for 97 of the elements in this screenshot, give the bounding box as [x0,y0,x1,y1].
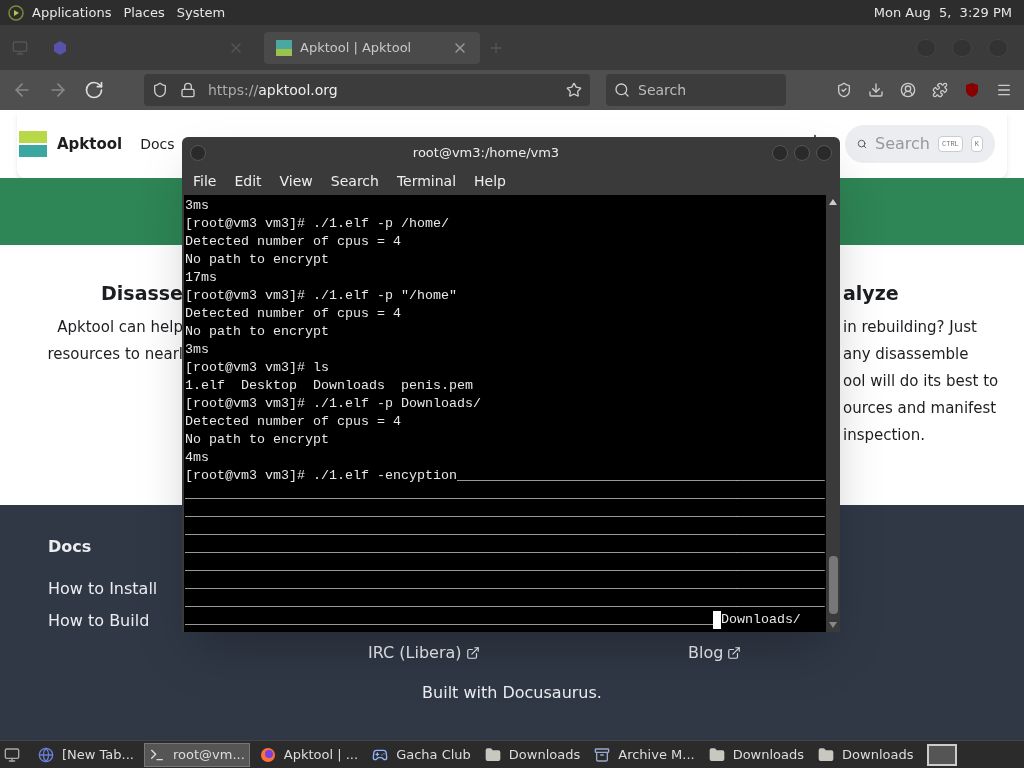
external-link-icon [727,646,742,660]
window-control[interactable] [816,144,832,161]
taskbar-item[interactable]: [New Tab... [34,742,138,767]
globe-icon [38,746,54,763]
logo-icon [8,4,24,21]
search-placeholder: Search [875,133,930,155]
window-title: root@vm3:/home/vm3 [411,143,561,162]
tab-title: Apktool | Apktool [300,38,413,57]
workspace-switcher[interactable] [927,743,958,766]
feature-title: Disasse [101,281,183,306]
scrollbar[interactable] [826,195,840,632]
folder-icon [708,746,725,763]
terminal-line: ________________________________________________________________________________ [185,557,825,575]
window-menu-button[interactable] [190,144,206,161]
hexagon-icon [52,39,68,56]
menu-item[interactable]: Help [466,171,514,192]
browser-tab[interactable]: Apktool | Apktool [264,31,480,64]
search-placeholder: Search [638,80,687,100]
window-control[interactable] [794,144,810,161]
feature-text: resources to nearl [47,343,183,365]
logo-icon [17,128,49,160]
shield-badge-icon[interactable] [964,82,980,98]
feature-text: in rebuilding? Just [843,316,978,338]
terminal-line: [root@vm3 vm3]# ./1.elf -p /home/ [185,215,449,233]
search-icon [614,82,630,98]
terminal-line: Detected number of cpus = 4 [185,233,401,251]
footer-heading: Docs [48,536,92,558]
terminal-line: __________________________________________________________________ [185,611,713,629]
taskbar-item[interactable]: Downloads [704,742,809,767]
menu-item[interactable]: Terminal [388,171,465,192]
taskbar-item[interactable]: Downloads [480,742,585,767]
url-text: https://apktool.org [208,80,339,100]
terminal-line: Detected number of cpus = 4 [185,305,401,323]
lock-icon [180,82,196,98]
terminal-line: 3ms [185,197,209,215]
archive-icon [594,746,611,763]
taskbar-item[interactable]: Apktool | ... [255,742,363,767]
shield-icon[interactable] [152,82,168,98]
feature-title: alyze [843,281,899,306]
panel-menu[interactable]: Applications [32,2,112,23]
taskbar-item[interactable]: Gacha Club [368,742,475,767]
menu-item[interactable]: View [271,171,321,192]
taskbar-item[interactable]: root@vm... [143,742,250,767]
terminal-line: 1.elf Desktop Downloads penis.pem [185,377,473,395]
feature-text: ool will do its best to [843,370,999,392]
feature-text: Apktool can help [57,316,183,338]
terminal-line: 3ms [185,341,209,359]
folder-icon [484,746,501,763]
account-icon[interactable] [900,82,916,98]
bookmark-star-icon[interactable] [566,82,582,98]
menu-item[interactable]: Search [322,171,387,192]
feature-text: inspection. [843,424,926,446]
window-control[interactable] [772,144,788,161]
terminal-line: No path to encrypt [185,323,329,341]
footer-credit: Built with Docusaurus. [422,682,602,704]
terminal-line: No path to encrypt [185,251,329,269]
clock: Mon Aug 5, 3:29 PM [873,3,1012,22]
url-field[interactable]: https://apktool.org [144,74,590,106]
footer-link[interactable]: How to Build [48,609,150,641]
terminal-line: Downloads/ [720,611,801,629]
tab-favicon [276,39,292,56]
terminal-line: [root@vm3 vm3]# ./1.elf -p "/home" [185,287,457,305]
terminal-line: 4ms [185,449,209,467]
terminal-line: ________________________________________________________________________________ [185,503,825,521]
taskbar-item[interactable]: Downloads [814,742,918,767]
footer-link[interactable]: IRC (Libera) [368,641,480,665]
panel-menu[interactable]: System [176,2,226,23]
panel-menu[interactable]: Places [123,2,165,23]
show-desktop-icon[interactable] [4,746,20,763]
search-field[interactable]: Search [606,74,786,106]
menu-item[interactable]: File [185,171,225,192]
footer-link[interactable]: How to Install [48,577,158,609]
folder-icon [818,746,835,763]
terminal-line: [root@vm3 vm3]# ./1.elf -encyption______________________________________________ [185,467,825,485]
extensions-icon[interactable] [932,82,948,98]
terminal-line: ________________________________________________________________________________ [185,575,825,593]
reload-icon[interactable] [84,80,104,100]
terminal-line: Detected number of cpus = 4 [185,413,401,431]
download-icon[interactable] [868,82,884,98]
menu-icon[interactable] [996,82,1012,98]
feature-text: any disassemble [843,343,970,365]
menu-item[interactable]: Edit [226,171,270,192]
external-link-icon [465,646,480,660]
taskbar-item[interactable]: Archive M... [590,742,699,767]
footer-link[interactable]: Blog [688,641,742,665]
terminal-line: ________________________________________________________________________________ [185,521,825,539]
feature-text: ources and manifest [843,397,998,419]
site-brand[interactable]: Apktool [57,132,123,156]
site-nav-link[interactable]: Docs [140,133,175,155]
tab-list-icon[interactable] [12,39,28,56]
terminal-line: [root@vm3 vm3]# ./1.elf -p Downloads/ [185,395,481,413]
terminal-line: No path to encrypt [185,431,329,449]
terminal-line: ________________________________________________________________________________ [185,485,825,503]
terminal-line: ________________________________________________________________________________ [185,593,825,611]
terminal-line: [root@vm3 vm3]# ls [185,359,329,377]
terminal-line: ________________________________________________________________________________ [185,539,825,557]
terminal-line: 17ms [185,269,217,287]
